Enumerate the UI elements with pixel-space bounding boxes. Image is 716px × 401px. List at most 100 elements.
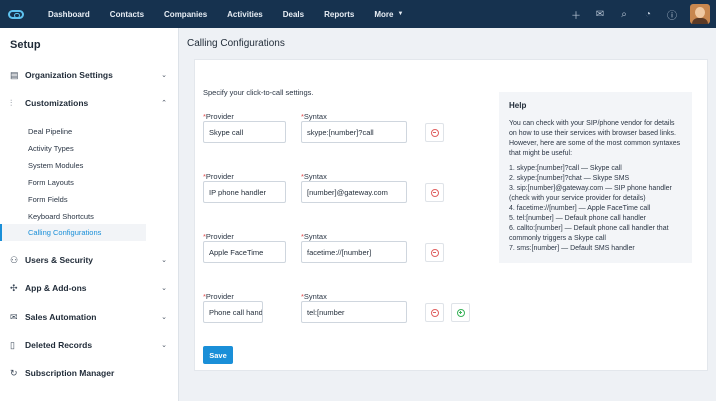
help-list: 1. skype:[number]?call — Skype call 2. s… [509, 164, 682, 254]
sidebar-item-label: Deleted Records [25, 340, 93, 350]
chevron-down-icon: ⌄ [161, 72, 167, 79]
remove-row-button[interactable] [425, 183, 444, 202]
plus-icon[interactable]: ＋ [564, 0, 588, 28]
nav-reports[interactable]: Reports [314, 0, 364, 28]
remove-row-button[interactable] [425, 243, 444, 262]
logo-icon [8, 9, 24, 19]
nav-companies[interactable]: Companies [154, 0, 217, 28]
user-avatar[interactable] [690, 4, 710, 24]
syntax-label-text: Syntax [303, 232, 327, 241]
mail-icon[interactable]: ✉ [588, 0, 612, 28]
nav-dashboard[interactable]: Dashboard [38, 0, 100, 28]
provider-label-text: Provider [205, 292, 234, 301]
help-text: You can check with your SIP/phone vendor… [509, 120, 681, 157]
remove-row-button[interactable] [425, 303, 444, 322]
bell-icon[interactable]: ◔ [636, 0, 660, 28]
provider-input[interactable]: Skype call [203, 121, 286, 143]
refresh-icon: ↻ [10, 367, 18, 378]
sidebar-item-label: Organization Settings [25, 70, 113, 80]
provider-label: *Provider [203, 172, 234, 181]
syntax-label: *Syntax [301, 112, 327, 121]
syntax-input[interactable]: facetime://[number] [301, 241, 407, 263]
sidebar-item-organization-settings[interactable]: ▤ Organization Settings ⌄ [0, 62, 179, 88]
chevron-down-icon: ⌄ [161, 257, 167, 264]
help-icon[interactable]: ⓘ [660, 0, 684, 28]
intro-text: Specify your click-to-call settings. [203, 88, 314, 97]
syntax-label-text: Syntax [303, 172, 327, 181]
syntax-input[interactable]: skype:[number]?call [301, 121, 407, 143]
syntax-label: *Syntax [301, 172, 327, 181]
sidebar-sub-system-modules[interactable]: System Modules [0, 157, 146, 174]
provider-label-text: Provider [205, 232, 234, 241]
trash-icon: ▯ [10, 339, 15, 350]
sidebar-item-label: Subscription Manager [25, 368, 115, 378]
setup-sidebar: Setup ▤ Organization Settings ⌄ ⫶ Custom… [0, 28, 179, 401]
puzzle-icon: ✣ [10, 282, 18, 293]
sidebar-item-users-security[interactable]: ⚇ Users & Security ⌄ [0, 247, 179, 273]
app-logo[interactable] [0, 0, 32, 28]
list-item: 2. skype:[number]?chat — Skype SMS [509, 175, 630, 182]
user-icon: ⚇ [10, 254, 19, 265]
minus-circle-icon [430, 308, 439, 317]
minus-circle-icon [430, 188, 439, 197]
provider-input[interactable]: Apple FaceTime [203, 241, 286, 263]
syntax-label: *Syntax [301, 292, 327, 301]
syntax-input[interactable]: [number]@gateway.com [301, 181, 407, 203]
top-navigation-bar: Dashboard Contacts Companies Activities … [0, 0, 716, 28]
syntax-input[interactable]: tel:[number [301, 301, 407, 323]
sidebar-item-sales-automation[interactable]: ✉ Sales Automation ⌄ [0, 304, 179, 330]
list-item: 6. callto:[number] — Default phone call … [509, 225, 669, 242]
sidebar-item-customizations[interactable]: ⫶ Customizations ⌃ [0, 90, 179, 116]
sidebar-title: Setup [10, 39, 41, 51]
provider-label: *Provider [203, 292, 234, 301]
sidebar-item-app-addons[interactable]: ✣ App & Add-ons ⌄ [0, 275, 179, 301]
sidebar-sub-form-fields[interactable]: Form Fields [0, 191, 146, 208]
chevron-down-icon: ⌄ [161, 285, 167, 292]
provider-label: *Provider [203, 232, 234, 241]
list-item: 1. skype:[number]?call — Skype call [509, 165, 622, 172]
sidebar-item-label: Sales Automation [25, 312, 97, 322]
nav-activities[interactable]: Activities [217, 0, 273, 28]
search-icon[interactable]: ⌕ [612, 0, 636, 28]
sidebar-sub-calling-configurations[interactable]: Calling Configurations [0, 224, 146, 241]
sidebar-item-subscription-manager[interactable]: ↻ Subscription Manager [0, 360, 179, 386]
help-box: Help You can check with your SIP/phone v… [499, 92, 692, 263]
sidebar-sub-activity-types[interactable]: Activity Types [0, 140, 146, 157]
provider-input[interactable]: IP phone handler [203, 181, 286, 203]
list-item: 5. tel:[number] — Default phone call han… [509, 215, 646, 222]
syntax-label: *Syntax [301, 232, 327, 241]
sidebar-item-label: Users & Security [25, 255, 94, 265]
syntax-label-text: Syntax [303, 292, 327, 301]
caret-down-icon: ▼ [397, 11, 404, 17]
nav-contacts[interactable]: Contacts [100, 0, 154, 28]
chevron-down-icon: ⌄ [161, 314, 167, 321]
sidebar-sub-form-layouts[interactable]: Form Layouts [0, 174, 146, 191]
syntax-label-text: Syntax [303, 112, 327, 121]
remove-row-button[interactable] [425, 123, 444, 142]
sidebar-sub-deal-pipeline[interactable]: Deal Pipeline [0, 123, 146, 140]
mail-icon: ✉ [10, 311, 18, 322]
save-button[interactable]: Save [203, 346, 233, 364]
sidebar-item-deleted-records[interactable]: ▯ Deleted Records ⌄ [0, 332, 179, 358]
nav-more[interactable]: More ▼ [364, 0, 413, 28]
minus-circle-icon [430, 248, 439, 257]
building-icon: ▤ [10, 69, 19, 80]
nav-deals[interactable]: Deals [273, 0, 314, 28]
top-icons: ＋ ✉ ⌕ ◔ ⓘ [564, 0, 716, 28]
calling-config-panel: Specify your click-to-call settings. *Pr… [194, 59, 708, 371]
sidebar-item-label: App & Add-ons [25, 283, 87, 293]
provider-input[interactable]: Phone call handle [203, 301, 263, 323]
page-title: Calling Configurations [187, 38, 285, 49]
sidebar-item-label: Customizations [25, 98, 89, 108]
list-item: 3. sip:[number]@gateway.com — SIP phone … [509, 185, 672, 202]
sliders-icon: ⫶ [10, 97, 13, 108]
chevron-down-icon: ⌄ [161, 342, 167, 349]
plus-circle-icon [456, 308, 465, 317]
help-title: Help [509, 101, 527, 110]
main-nav: Dashboard Contacts Companies Activities … [38, 0, 413, 28]
sidebar-sub-keyboard-shortcuts[interactable]: Keyboard Shortcuts [0, 208, 146, 225]
add-row-button[interactable] [451, 303, 470, 322]
list-item: 4. facetime://[number] — Apple FaceTime … [509, 205, 651, 212]
provider-label: *Provider [203, 112, 234, 121]
chevron-up-icon: ⌃ [161, 100, 167, 107]
